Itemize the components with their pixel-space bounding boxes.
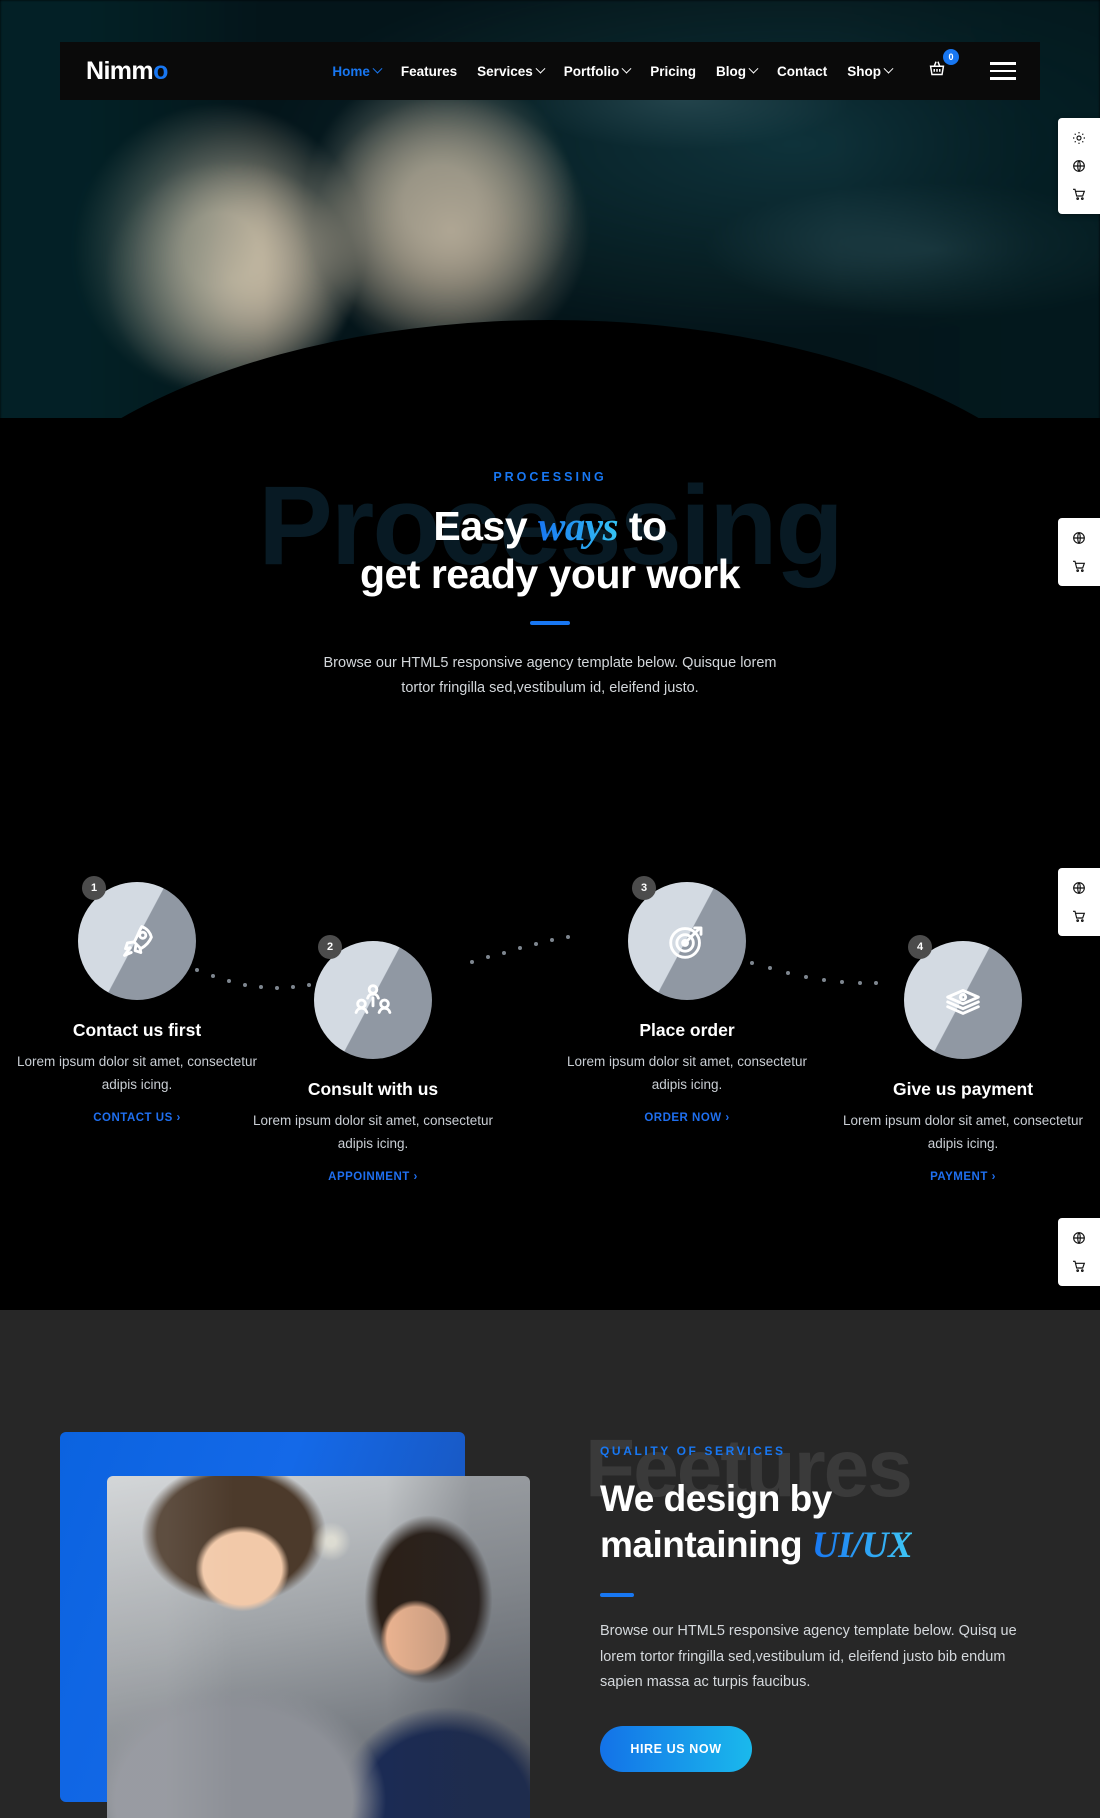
hamburger-menu-icon[interactable] xyxy=(990,62,1016,80)
globe-icon[interactable] xyxy=(1071,1230,1087,1246)
step-title: Place order xyxy=(639,1020,735,1040)
cart-icon[interactable] xyxy=(1071,1258,1087,1274)
nav-links: Home Features Services Portfolio Pricing… xyxy=(332,48,1040,85)
step-icon-circle: 1 xyxy=(78,876,196,1000)
step-text: Lorem ipsum dolor sit amet, consectetur … xyxy=(252,1113,494,1151)
globe-icon[interactable] xyxy=(1071,530,1087,546)
nav-label: Services xyxy=(477,63,533,79)
chevron-down-icon xyxy=(883,63,894,74)
globe-icon[interactable] xyxy=(1071,158,1087,174)
nav-label: Blog xyxy=(716,63,746,79)
brand-name: Nimm xyxy=(86,56,154,85)
cart-icon[interactable] xyxy=(1071,186,1087,202)
target-arrow-icon xyxy=(669,926,703,959)
nav-item-shop[interactable]: Shop xyxy=(847,63,894,79)
process-steps: 1 Contact us first Lorem ipsum dolor sit… xyxy=(0,862,1100,1262)
step-number-badge: 3 xyxy=(632,876,656,900)
nav-label: Pricing xyxy=(650,63,696,79)
nav-item-contact[interactable]: Contact xyxy=(777,64,827,79)
step-link[interactable]: PAYMENT › xyxy=(930,1171,996,1183)
money-stack-icon xyxy=(946,988,980,1015)
heading-part-a: Easy xyxy=(433,503,539,549)
processing-paragraph: Browse our HTML5 responsive agency templ… xyxy=(323,654,777,696)
hero-section: Nimmo Home Features Services Portfolio P… xyxy=(0,0,1100,1310)
step-title: Give us payment xyxy=(892,1079,1034,1099)
features-heading-line-2a: maintaining xyxy=(600,1523,812,1565)
step-link[interactable]: APPOINMENT › xyxy=(328,1171,418,1183)
cart-count-badge: 0 xyxy=(943,48,959,65)
processing-eyebrow: PROCESSING xyxy=(493,470,607,484)
chevron-down-icon xyxy=(535,63,546,74)
step-title: Consult with us xyxy=(307,1079,439,1099)
step-title: Contact us first xyxy=(72,1020,202,1040)
step-card: 3 Place order Lorem ipsum dolor sit amet… xyxy=(562,876,812,1126)
nav-label: Contact xyxy=(777,63,828,79)
step-number-badge: 4 xyxy=(908,935,932,959)
processing-section: Processing PROCESSING Easy ways to get r… xyxy=(0,470,1100,701)
features-eyebrow: QUALITY OF SERVICES xyxy=(600,1444,786,1458)
navbar: Nimmo Home Features Services Portfolio P… xyxy=(60,42,1040,100)
chevron-down-icon xyxy=(748,63,759,74)
nav-label: Portfolio xyxy=(563,63,620,79)
people-group-icon xyxy=(354,984,392,1014)
side-panel-tools-1 xyxy=(1058,118,1100,214)
features-heading-emphasis: UI/UX xyxy=(811,1524,913,1566)
side-panel-tools-2 xyxy=(1058,518,1100,586)
nav-item-blog[interactable]: Blog xyxy=(716,63,759,79)
features-paragraph: Browse our HTML5 responsive agency templ… xyxy=(600,1622,1017,1691)
nav-item-pricing[interactable]: Pricing xyxy=(650,64,696,79)
step-text: Lorem ipsum dolor sit amet, consectetur … xyxy=(566,1054,808,1092)
heading-part-b: to xyxy=(618,503,667,549)
step-text: Lorem ipsum dolor sit amet, consectetur … xyxy=(842,1113,1084,1151)
features-heading-line-1: We design by xyxy=(600,1478,832,1519)
features-visual xyxy=(60,1432,530,1818)
step-number-badge: 1 xyxy=(82,876,106,900)
processing-heading: Easy ways to get ready your work xyxy=(0,502,1100,599)
side-panel-tools-3 xyxy=(1058,868,1100,936)
cart-button[interactable]: 0 xyxy=(926,48,959,85)
nav-label: Shop xyxy=(847,63,881,79)
rocket-icon xyxy=(123,925,153,957)
chevron-down-icon xyxy=(372,63,383,74)
chevron-down-icon xyxy=(621,63,632,74)
step-icon-circle: 3 xyxy=(628,876,746,1000)
step-number-badge: 2 xyxy=(318,935,342,959)
step-link[interactable]: ORDER NOW › xyxy=(644,1112,729,1124)
features-section: Feetures QUALITY OF SERVICES We design b… xyxy=(0,1310,1100,1818)
features-photo xyxy=(107,1476,530,1818)
section-divider xyxy=(530,620,570,625)
cart-icon[interactable] xyxy=(1071,558,1087,574)
heading-emphasis: ways xyxy=(538,503,619,549)
step-card: 4 Give us payment Lorem ipsum dolor sit … xyxy=(838,935,1088,1185)
nav-item-home[interactable]: Home xyxy=(332,63,383,79)
step-link[interactable]: CONTACT US › xyxy=(93,1112,181,1124)
side-panel-tools-4 xyxy=(1058,1218,1100,1286)
nav-item-services[interactable]: Services xyxy=(477,63,546,79)
nav-label: Features xyxy=(400,63,458,79)
step-icon-circle: 2 xyxy=(314,935,432,1059)
heading-line-2: get ready your work xyxy=(359,551,741,598)
hire-us-now-button[interactable]: HIRE US NOW xyxy=(600,1726,752,1773)
step-icon-circle: 4 xyxy=(904,935,1022,1059)
step-text: Lorem ipsum dolor sit amet, consectetur … xyxy=(16,1054,258,1092)
step-card: 1 Contact us first Lorem ipsum dolor sit… xyxy=(12,876,262,1126)
nav-label: Home xyxy=(332,63,370,79)
features-heading: We design by maintaining UI/UX xyxy=(600,1476,1040,1569)
cart-icon[interactable] xyxy=(1071,908,1087,924)
features-content: QUALITY OF SERVICES We design by maintai… xyxy=(600,1444,1040,1773)
globe-icon[interactable] xyxy=(1071,880,1087,896)
brand-logo[interactable]: Nimmo xyxy=(86,57,168,86)
features-divider xyxy=(600,1592,634,1597)
nav-item-portfolio[interactable]: Portfolio xyxy=(563,63,632,79)
brand-accent-letter: o xyxy=(153,56,168,85)
step-card: 2 Consult with us Lorem ipsum dolor sit … xyxy=(248,935,498,1185)
gear-icon[interactable] xyxy=(1071,130,1087,146)
nav-item-features[interactable]: Features xyxy=(401,64,457,79)
